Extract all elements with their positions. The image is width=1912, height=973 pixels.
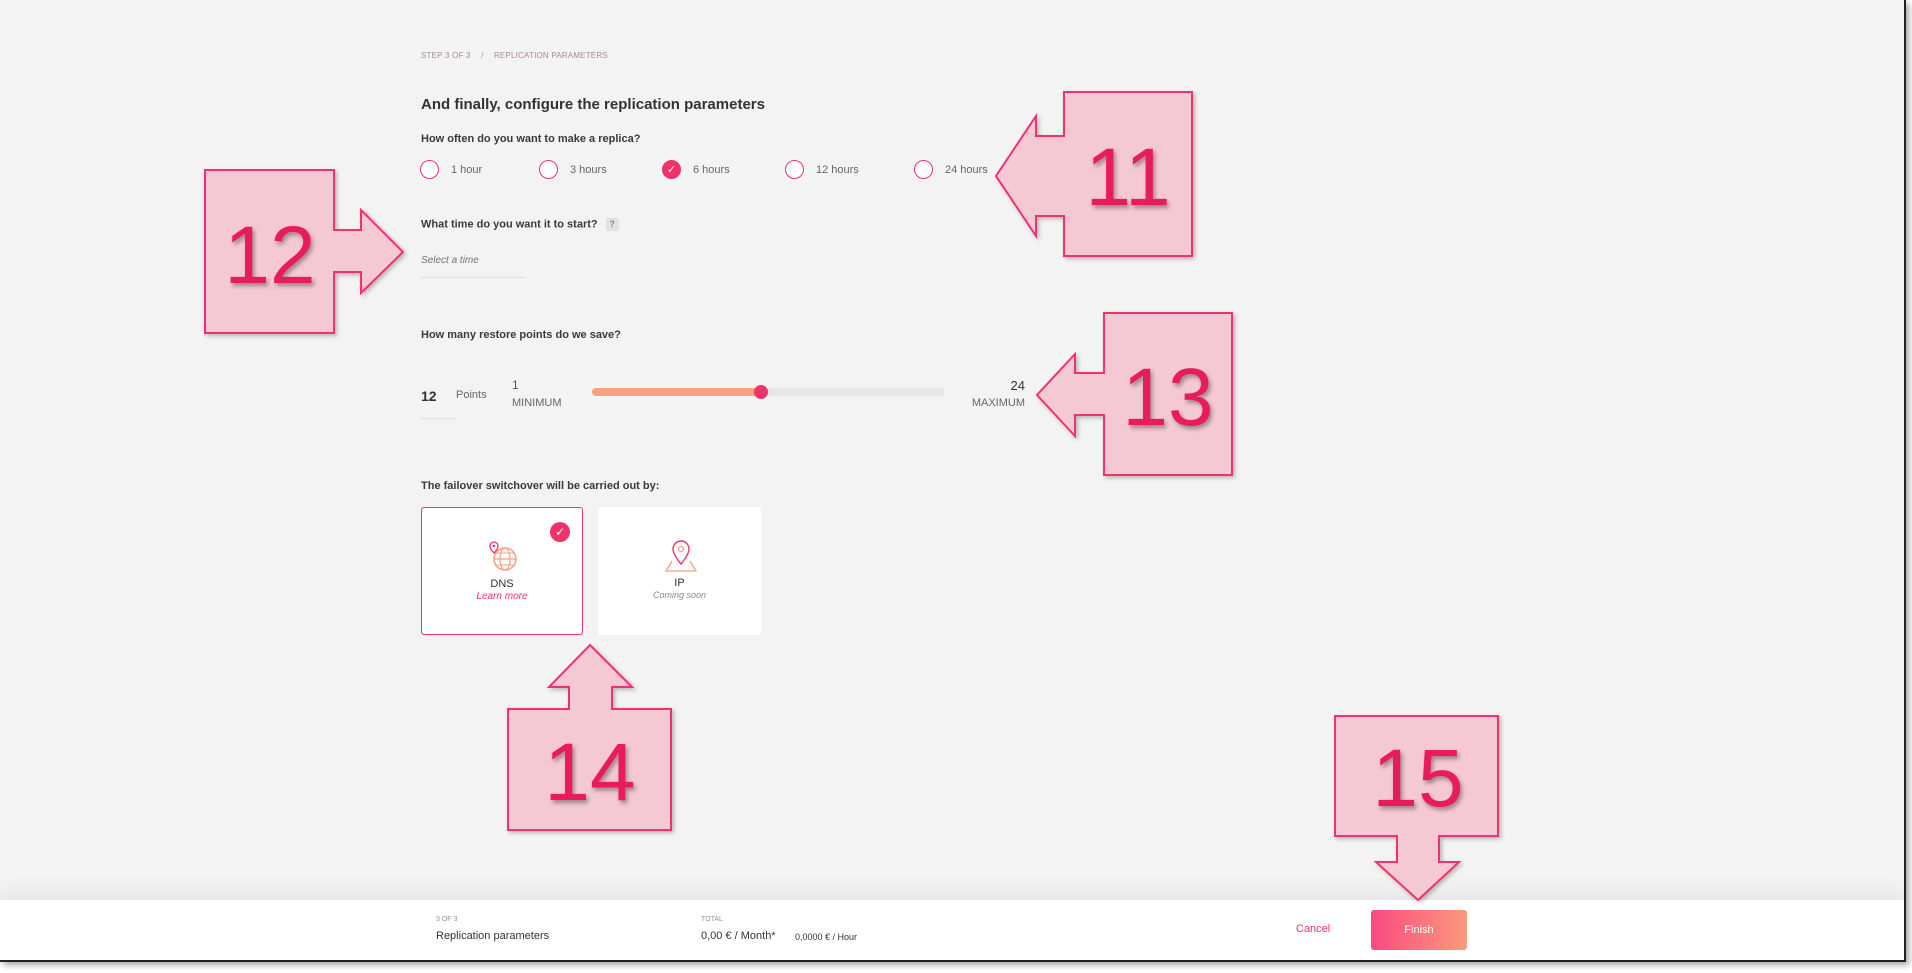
radio-6-hours[interactable]: ✓ 6 hours [662,160,730,179]
footer-step: 3 OF 3 [436,916,458,923]
slider-max-label: MAXIMUM [971,397,1025,409]
restore-points-unit: Points [456,389,487,401]
start-time-label: What time do you want it to start? [421,218,598,231]
cancel-button[interactable]: Cancel [1296,923,1330,935]
restore-points-value: 12 [421,388,437,404]
radio-1-hour[interactable]: 1 hour [420,160,482,179]
breadcrumb-step[interactable]: STEP 3 OF 3 [421,51,471,60]
annotation-layer: 11 12 13 14 15 [204,91,1499,902]
restore-points-slider[interactable] [592,385,945,399]
option-status: Coming soon [652,590,707,600]
radio-3-hours[interactable]: 3 hours [539,160,607,179]
callout-number: 15 [1372,733,1463,824]
frequency-question: How often do you want to make a replica? [421,133,641,145]
callout-number: 12 [224,210,315,301]
slider-min: 1 [512,378,519,392]
slider-thumb[interactable] [753,385,768,399]
radio-label: 24 hours [945,163,988,176]
breadcrumb-separator: / [481,51,484,60]
map-pin-icon [664,540,698,572]
radio-label: 6 hours [693,163,730,176]
option-name: IP [674,577,685,589]
restore-points-question: How many restore points do we save? [421,329,621,341]
check-icon[interactable]: ✓ [662,160,681,179]
radio-12-hours[interactable]: 12 hours [785,160,859,179]
start-time-question: What time do you want it to start?? [421,218,619,231]
slider-min-label: MINIMUM [512,397,562,409]
callout-number: 13 [1122,352,1213,443]
breadcrumb-current: REPLICATION PARAMETERS [493,51,608,60]
callout-arrow-15 [1334,715,1499,902]
check-icon: ✓ [550,522,570,542]
failover-question: The failover switchover will be carried … [421,480,660,492]
learn-more-link[interactable]: Learn more [422,591,582,602]
help-icon[interactable]: ? [605,218,619,231]
failover-option-ip[interactable]: IP Coming soon [598,507,761,635]
radio-label: 1 hour [451,163,483,176]
callout-arrow-12 [204,169,405,334]
callout-number: 14 [544,727,635,818]
option-name: DNS [490,578,514,590]
callout-number: 11 [1085,132,1170,223]
globe-pin-icon [489,541,517,571]
radio-circle[interactable] [420,160,439,179]
window: STEP 3 OF 3 / REPLICATION PARAMETERS And… [0,0,1906,962]
callout-arrow-11 [994,91,1193,257]
value-underline [421,418,456,419]
breadcrumb: STEP 3 OF 3 / REPLICATION PARAMETERS [421,51,608,60]
radio-circle[interactable] [539,160,558,179]
slider-fill [592,388,761,396]
page-title: And finally, configure the replication p… [421,96,765,113]
radio-circle[interactable] [914,160,933,179]
slider-max: 24 [1010,378,1025,393]
radio-label: 12 hours [816,163,859,176]
finish-button[interactable]: Finish [1371,910,1467,950]
radio-circle[interactable] [785,160,804,179]
footer-step-name: Replication parameters [436,930,550,942]
radio-label: 3 hours [570,163,607,176]
callout-arrow-13 [1035,312,1233,476]
callout-arrow-14 [507,643,672,831]
start-time-input[interactable] [421,244,525,278]
radio-24-hours[interactable]: 24 hours [914,160,988,179]
total-monthly: 0,00 € / Month* [701,930,776,942]
total-label: TOTAL [701,916,723,923]
failover-option-dns[interactable]: ✓ DNS Learn more [421,507,583,635]
total-hourly: 0,0000 € / Hour [795,932,858,942]
footer-bar: 3 OF 3 Replication parameters TOTAL 0,00… [0,900,1904,960]
